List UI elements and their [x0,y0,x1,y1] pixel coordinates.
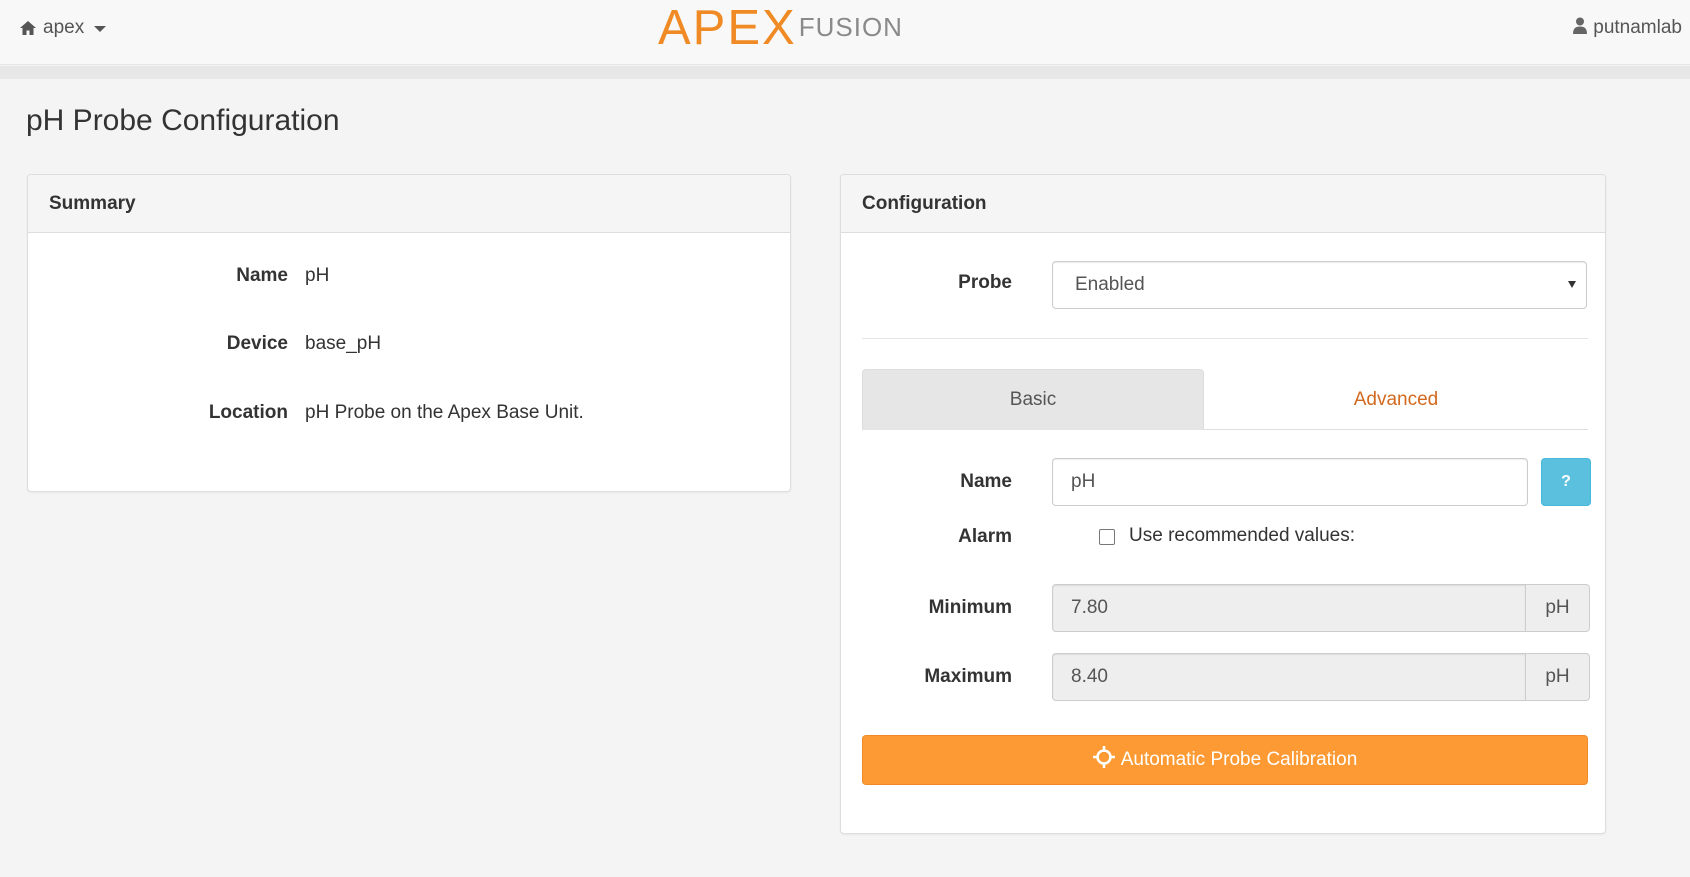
summary-label: Device [226,333,288,354]
configuration-heading: Configuration [841,175,1605,233]
maximum-label: Maximum [924,666,1012,687]
probe-select[interactable]: Enabled [1052,261,1587,309]
home-icon [19,20,37,36]
automatic-probe-calibration-button[interactable]: Automatic Probe Calibration [862,735,1588,785]
home-menu-label: apex [43,17,85,38]
minimum-label: Minimum [928,597,1012,618]
maximum-input[interactable]: 8.40 [1052,653,1526,701]
page-title: pH Probe Configuration [26,104,340,137]
help-button[interactable]: ? [1541,458,1591,506]
navbar-shadow-strip [0,66,1690,79]
use-recommended-label: Use recommended values: [1129,525,1355,546]
caret-down-icon [94,26,107,32]
summary-heading: Summary [28,175,790,233]
tab-basic[interactable]: Basic [862,369,1204,430]
probe-label: Probe [958,272,1012,293]
use-recommended-checkbox[interactable] [1099,529,1115,545]
config-tabs: Basic Advanced [862,369,1588,430]
tab-advanced[interactable]: Advanced [1204,369,1588,430]
top-navbar: apex APEX FUSION putnamlab [0,0,1690,65]
home-menu[interactable]: apex [19,16,107,40]
logo-apex-text: APEX [658,1,797,55]
name-label: Name [960,471,1012,492]
user-menu[interactable]: putnamlab [1573,16,1682,40]
crosshairs-icon [1092,746,1115,774]
form-divider [862,338,1588,339]
apex-fusion-logo[interactable]: APEX FUSION [658,1,903,55]
summary-row-device: Device base_pH [28,330,790,358]
calibration-button-label: Automatic Probe Calibration [1120,749,1358,770]
logo-fusion-text: FUSION [798,12,903,42]
configuration-panel: Configuration Probe Enabled Basic Advanc… [840,174,1606,834]
minimum-unit-addon: pH [1526,584,1590,632]
maximum-unit-addon: pH [1526,653,1590,701]
summary-value: pH Probe on the Apex Base Unit. [305,402,584,423]
summary-row-location: Location pH Probe on the Apex Base Unit. [28,399,790,427]
minimum-input[interactable]: 7.80 [1052,584,1526,632]
summary-value: pH [305,265,330,286]
summary-label: Name [236,265,288,286]
summary-value: base_pH [305,333,382,354]
alarm-label: Alarm [958,526,1012,547]
summary-row-name: Name pH [28,262,790,290]
user-icon [1573,17,1588,40]
select-arrow-icon [1568,281,1576,288]
user-name: putnamlab [1593,17,1682,38]
summary-panel: Summary Name pH Device base_pH Location … [27,174,791,492]
name-input[interactable]: pH [1052,458,1528,506]
summary-label: Location [208,402,288,423]
probe-select-value: Enabled [1075,274,1145,295]
